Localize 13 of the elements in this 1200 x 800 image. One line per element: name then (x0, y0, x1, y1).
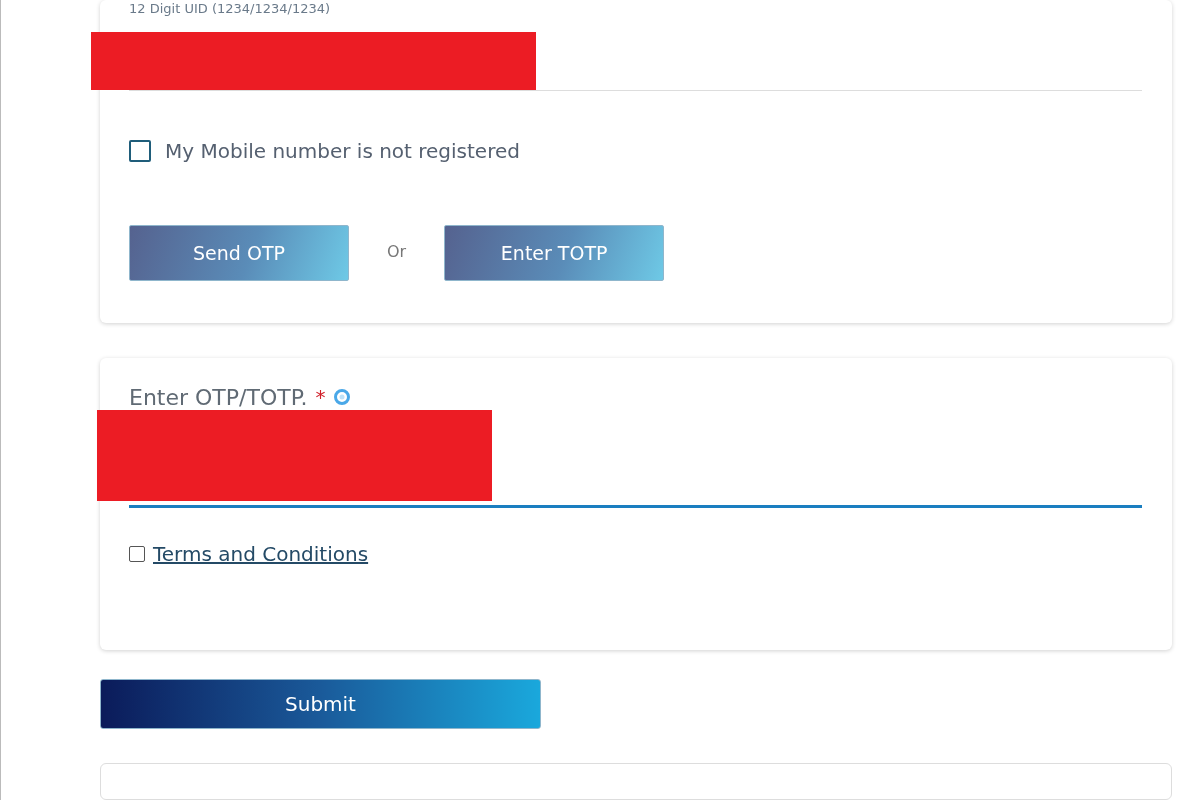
checkbox[interactable] (129, 545, 145, 562)
uid-field-label: 12 Digit UID (1234/1234/1234) (129, 1, 331, 17)
submit-button[interactable]: Submit (100, 679, 541, 730)
send-otp-button[interactable]: Send OTP (129, 225, 349, 281)
info-icon[interactable] (333, 388, 350, 407)
required-asterisk: * (315, 385, 326, 410)
terms-link[interactable]: Terms and Conditions (153, 541, 369, 566)
input-underline[interactable] (129, 504, 1142, 508)
checkbox-label: My Mobile number is not registered (165, 139, 520, 163)
otp-field-label: Enter OTP/TOTP. (129, 384, 308, 410)
checkbox[interactable] (129, 140, 151, 162)
or-separator: Or (387, 242, 407, 261)
enter-totp-button[interactable]: Enter TOTP (444, 225, 665, 281)
